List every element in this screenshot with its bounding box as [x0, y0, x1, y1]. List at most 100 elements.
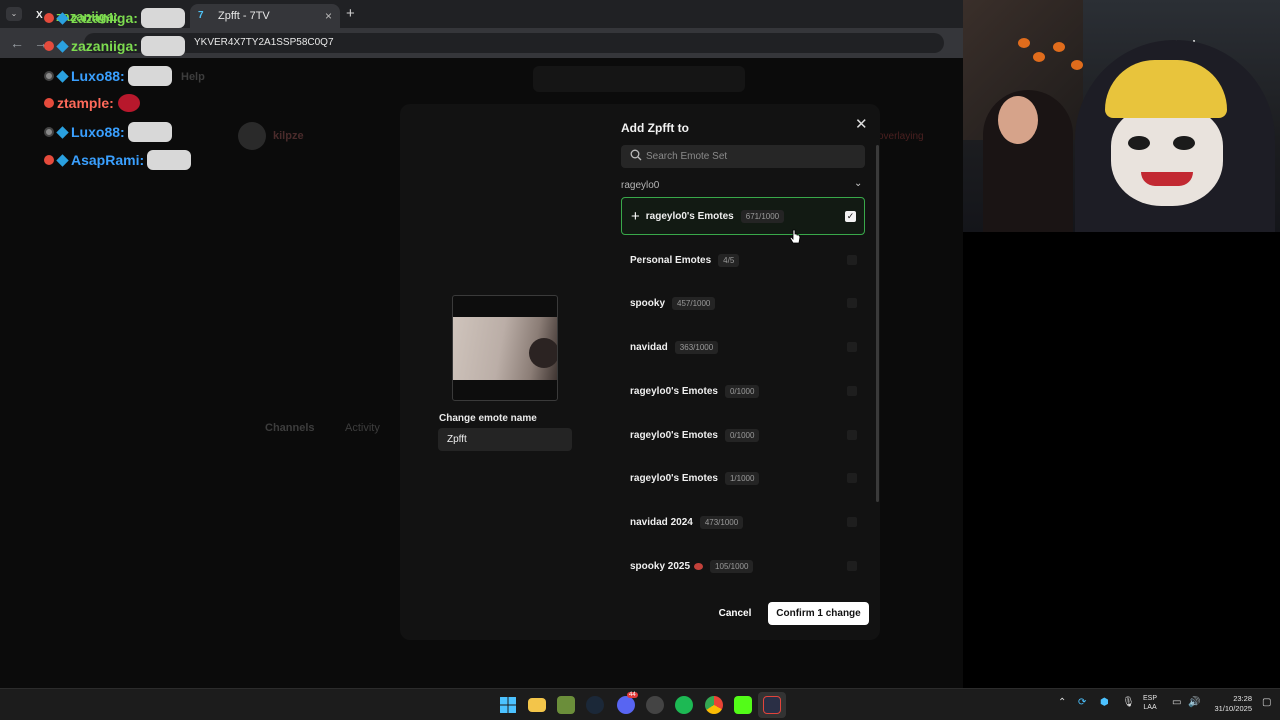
chat-message: ztample:	[44, 94, 140, 112]
emote-set-name: rageylo0's Emotes	[630, 385, 718, 397]
emote-set-count: 473/1000	[699, 515, 744, 529]
emote-preview-shape	[529, 338, 557, 368]
emote-image	[117, 94, 140, 112]
streaming-app-icon[interactable]	[763, 696, 781, 714]
tray-shield-icon[interactable]: ⬢	[1100, 697, 1109, 708]
search-placeholder: Search Emote Set	[646, 151, 728, 162]
checkbox[interactable]	[847, 342, 857, 352]
pumpkin-decoration	[1018, 38, 1030, 48]
checkbox[interactable]	[847, 561, 857, 571]
chat-username: zazaniiga:	[71, 38, 138, 54]
pumpkin-decoration	[1033, 52, 1045, 62]
checkbox[interactable]	[847, 473, 857, 483]
emote-set-count: 671/1000	[740, 209, 785, 223]
tray-chevron-icon[interactable]: ⌃	[1058, 697, 1066, 708]
clock[interactable]: 23:28 31/10/2025	[1208, 694, 1252, 714]
tab-search-dropdown[interactable]: ⌄	[6, 7, 22, 21]
badge-icon	[44, 71, 54, 81]
checkbox[interactable]	[847, 255, 857, 265]
emote-set-count: 1/1000	[724, 471, 760, 485]
tab-close-icon[interactable]: ×	[325, 9, 332, 23]
help-link[interactable]: Help	[181, 71, 205, 83]
emote-set-row[interactable]: navidad 2024 473/1000	[621, 503, 865, 541]
emote-image	[147, 150, 192, 170]
scrollbar[interactable]	[876, 145, 879, 502]
chevron-down-icon[interactable]: ⌄	[854, 178, 862, 189]
chat-message: AsapRami:	[44, 150, 192, 170]
emote-name-input[interactable]: Zpfft	[438, 428, 572, 451]
face-left	[998, 96, 1038, 144]
kick-icon[interactable]	[734, 696, 752, 714]
confirm-button[interactable]: Confirm 1 change	[768, 602, 869, 625]
emote-set-row[interactable]: rageylo0's Emotes 1/1000	[621, 459, 865, 497]
emote-set-row[interactable]: + rageylo0's Emotes 671/1000 ✓	[621, 197, 865, 235]
hand-cursor-icon	[789, 229, 801, 244]
avatar	[238, 122, 266, 150]
network-icon[interactable]: ▭	[1172, 697, 1181, 708]
emote-set-row[interactable]: navidad 363/1000	[621, 328, 865, 366]
emote-image	[140, 8, 185, 28]
pumpkin-decoration	[1053, 42, 1065, 52]
date: 31/10/2025	[1214, 704, 1252, 713]
badge-icon	[44, 13, 54, 23]
steam-icon[interactable]	[586, 696, 604, 714]
chat-username: AsapRami:	[71, 152, 145, 168]
emote-set-row[interactable]: spooky 2025 105/1000	[621, 547, 865, 585]
emote-set-name: navidad 2024	[630, 516, 693, 528]
change-name-label: Change emote name	[439, 413, 537, 424]
close-icon[interactable]: ✕	[855, 115, 868, 133]
7tv-badge-icon	[56, 69, 69, 83]
volume-icon[interactable]: 🔊	[1188, 697, 1200, 708]
notification-icon[interactable]: ▢	[1262, 697, 1271, 708]
username[interactable]: kilpze	[273, 130, 304, 142]
7tv-badge-icon	[56, 125, 69, 139]
language-code: ESP	[1143, 695, 1158, 702]
tray-app-icon[interactable]: ⟳	[1078, 697, 1086, 708]
minecraft-icon[interactable]	[557, 696, 575, 714]
tab-7tv[interactable]: 7 Zpfft - 7TV ×	[190, 4, 340, 28]
tab-title: Zpfft - 7TV	[218, 10, 270, 22]
emote-set-row[interactable]: spooky 457/1000	[621, 284, 865, 322]
chrome-icon[interactable]	[705, 696, 723, 714]
microphone-icon[interactable]: 🎙	[1122, 697, 1135, 708]
new-tab-button[interactable]: +	[346, 5, 355, 22]
chat-username: Luxo88:	[71, 68, 125, 84]
emote-set-row[interactable]: rageylo0's Emotes 0/1000	[621, 416, 865, 454]
tab-channels[interactable]: Channels	[265, 422, 315, 434]
emote-preview	[452, 295, 558, 401]
app-icon[interactable]	[646, 696, 664, 714]
tab-activity[interactable]: Activity	[345, 422, 380, 434]
status-text: overlaying	[878, 131, 924, 142]
taskbar: 44 ⌃ ⟳ ⬢ 🎙 ESP LAA ▭ 🔊 23:28 31/10/2025 …	[0, 688, 1280, 720]
emote-image	[127, 66, 172, 86]
badge-icon	[44, 98, 54, 108]
checkbox[interactable]	[847, 298, 857, 308]
chat-username: Luxo88:	[71, 124, 125, 140]
file-explorer-icon[interactable]	[528, 698, 546, 712]
windows-start-icon[interactable]	[499, 696, 517, 714]
emote-set-row[interactable]: rageylo0's Emotes 0/1000	[621, 372, 865, 410]
spotify-icon[interactable]	[675, 696, 693, 714]
language-indicator[interactable]: ESP LAA	[1143, 694, 1157, 712]
emote-set-row[interactable]: Personal Emotes 4/5	[621, 241, 865, 279]
7tv-badge-icon	[56, 11, 69, 25]
eye-paint	[1173, 136, 1195, 150]
emote-set-search-input[interactable]: Search Emote Set	[621, 145, 865, 168]
checkbox-checked[interactable]: ✓	[845, 211, 856, 222]
pumpkin-icon	[694, 562, 704, 570]
discord-icon[interactable]	[617, 696, 635, 714]
cancel-button[interactable]: Cancel	[710, 603, 760, 625]
7tv-icon: 7	[198, 10, 204, 21]
checkbox[interactable]	[847, 430, 857, 440]
group-label: rageylo0	[621, 180, 660, 191]
checkbox[interactable]	[847, 517, 857, 527]
badge-icon	[44, 127, 54, 137]
checkbox[interactable]	[847, 386, 857, 396]
site-search[interactable]	[533, 66, 745, 92]
url-field[interactable]: YKVER4X7TY2A1SSP58C0Q7	[84, 33, 944, 53]
back-button[interactable]: ←	[10, 35, 24, 51]
discord-badge: 44	[627, 692, 638, 698]
webcam-overlay	[963, 0, 1280, 232]
badge-icon	[44, 41, 54, 51]
badge-icon	[44, 155, 54, 165]
